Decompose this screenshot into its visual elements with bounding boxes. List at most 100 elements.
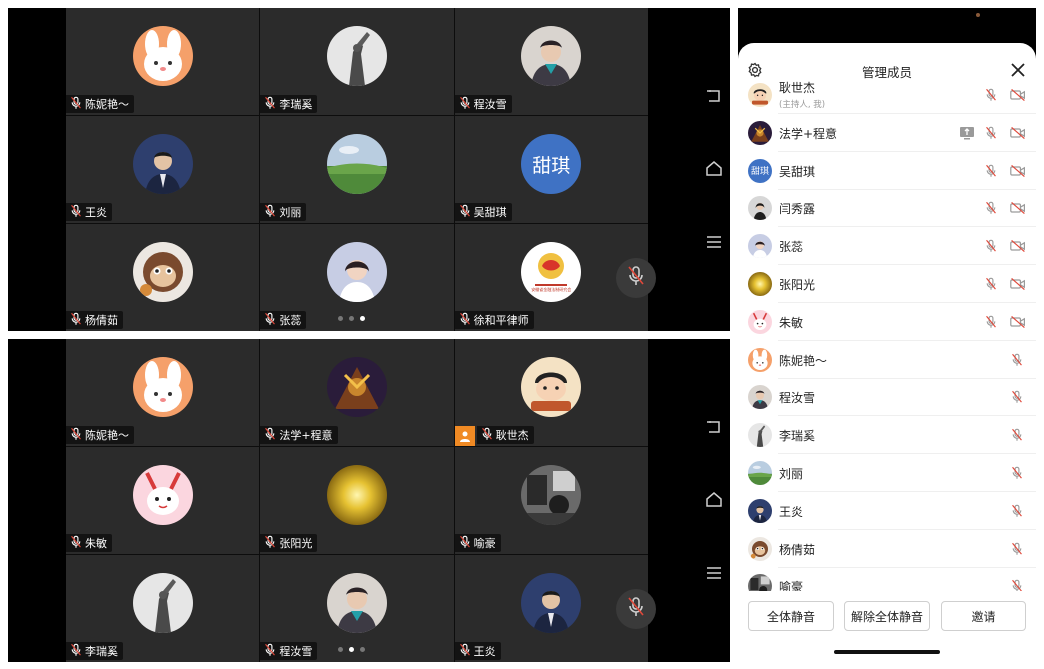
avatar <box>748 423 772 448</box>
member-row[interactable]: 朱敏 <box>738 303 1036 341</box>
member-row[interactable]: 李瑞奚 <box>738 416 1036 455</box>
participant-tile[interactable]: 王炎 <box>66 116 260 223</box>
member-row[interactable]: 法学+程意 <box>738 114 1036 152</box>
home-icon[interactable] <box>702 156 726 180</box>
mic-off-icon[interactable] <box>1011 578 1027 591</box>
participant-name: 李瑞奚 <box>279 98 313 111</box>
mic-off-icon <box>627 265 645 291</box>
camera-off-icon[interactable] <box>1010 314 1026 330</box>
member-row[interactable]: 程汝雪 <box>738 378 1036 417</box>
mic-off-icon <box>70 643 82 660</box>
mic-off-icon[interactable] <box>985 163 1001 179</box>
member-name: 闫秀露 <box>779 202 816 217</box>
page-dot[interactable] <box>349 316 354 321</box>
participant-tile[interactable]: 甜琪 吴甜琪 <box>454 116 648 223</box>
menu-icon[interactable] <box>702 230 726 254</box>
mic-off-icon[interactable] <box>1011 352 1027 368</box>
participant-tile[interactable]: 程汝雪 <box>260 555 454 662</box>
member-row[interactable]: 张蕊 <box>738 227 1036 266</box>
participant-tile[interactable]: 张蕊 <box>260 224 454 331</box>
avatar <box>326 465 387 526</box>
camera-off-icon[interactable] <box>1010 125 1026 141</box>
member-list[interactable]: 耿世杰 (主持人, 我) 法学+程意 甜琪 吴甜琪闫秀露张蕊 张阳光 朱敏 陈妮艳～ 程汝雪 李瑞… <box>738 79 1036 591</box>
participant-tile[interactable]: 陈妮艳～ <box>66 8 260 115</box>
participant-name: 朱敏 <box>85 537 107 550</box>
participant-tile[interactable]: 李瑞奚 <box>66 555 260 662</box>
mic-off-icon[interactable] <box>985 238 1001 254</box>
avatar <box>521 465 582 526</box>
page-dot[interactable] <box>338 316 343 321</box>
page-dot[interactable] <box>338 647 343 652</box>
close-icon[interactable] <box>1010 62 1026 78</box>
page-dot[interactable] <box>360 647 365 652</box>
avatar <box>748 83 772 107</box>
member-row[interactable]: 刘丽 <box>738 454 1036 492</box>
mute-toggle-button[interactable] <box>616 258 656 298</box>
mic-off-icon <box>459 96 471 113</box>
mic-off-icon[interactable] <box>985 200 1001 216</box>
camera-off-icon[interactable] <box>1010 87 1026 103</box>
member-row[interactable]: 张阳光 <box>738 265 1036 303</box>
camera-off-icon[interactable] <box>1010 163 1026 179</box>
manage-members-sheet: 管理成员 耿世杰 (主持人, 我) 法学+程意 甜琪 吴甜琪 闫秀露 张蕊 张阳光 朱敏 陈妮艳～… <box>738 43 1036 663</box>
page-dot[interactable] <box>349 647 354 652</box>
page-indicator <box>338 316 365 321</box>
participant-name: 王炎 <box>473 645 496 658</box>
mic-off-icon[interactable] <box>1011 541 1027 557</box>
participant-tile[interactable]: 李瑞奚 <box>260 8 454 115</box>
screen-share-icon[interactable] <box>959 125 975 141</box>
participant-tile[interactable]: 陈妮艳～ <box>66 339 260 446</box>
page-dot[interactable] <box>360 316 365 321</box>
member-row[interactable]: 陈妮艳～ <box>738 341 1036 379</box>
participant-name: 杨倩茹 <box>85 314 118 327</box>
back-icon[interactable] <box>702 415 726 439</box>
participant-name: 喻豪 <box>473 537 496 550</box>
participant-tile[interactable]: 耿世杰 <box>454 339 648 446</box>
mic-off-icon[interactable] <box>1011 427 1027 443</box>
participant-tile[interactable]: 法学+程意 <box>260 339 454 446</box>
member-row[interactable]: 王炎 <box>738 492 1036 530</box>
mic-off-icon[interactable] <box>985 125 1001 141</box>
mute-toggle-button[interactable] <box>616 589 656 629</box>
participant-tile[interactable]: 杨倩茹 <box>66 224 260 331</box>
name-label-bar: 刘丽 <box>260 203 307 221</box>
avatar <box>748 385 772 410</box>
member-name: 耿世杰 <box>779 81 816 95</box>
mic-off-icon[interactable] <box>985 314 1001 330</box>
name-label-bar: 杨倩茹 <box>66 311 123 329</box>
avatar <box>748 461 772 485</box>
member-row[interactable]: 耿世杰 (主持人, 我) <box>738 79 1036 114</box>
member-row[interactable]: 杨倩茹 <box>738 530 1036 568</box>
mic-off-icon[interactable] <box>1011 465 1027 481</box>
participant-tile[interactable]: 张阳光 <box>260 447 454 554</box>
name-label-bar: 程汝雪 <box>260 642 318 660</box>
participant-tile[interactable]: 程汝雪 <box>454 8 648 115</box>
participant-tile[interactable]: 喻豪 <box>454 447 648 554</box>
name-label-bar: 程汝雪 <box>454 95 512 113</box>
menu-icon[interactable] <box>702 561 726 585</box>
mute-all-button[interactable]: 全体静音 <box>748 601 834 631</box>
member-row[interactable]: 甜琪 吴甜琪 <box>738 152 1036 190</box>
mic-off-icon <box>459 312 471 329</box>
unmute-all-button[interactable]: 解除全体静音 <box>844 601 930 631</box>
member-name: 杨倩茹 <box>779 542 816 557</box>
avatar <box>132 465 193 526</box>
camera-off-icon[interactable] <box>1010 276 1026 292</box>
mic-off-icon[interactable] <box>985 87 1001 103</box>
avatar <box>132 573 193 634</box>
camera-off-icon[interactable] <box>1010 200 1026 216</box>
mic-off-icon[interactable] <box>1011 503 1027 519</box>
mic-off-icon[interactable] <box>985 276 1001 292</box>
invite-button[interactable]: 邀请 <box>941 601 1026 631</box>
participant-name: 刘丽 <box>279 206 302 219</box>
back-icon[interactable] <box>702 84 726 108</box>
name-label-bar: 喻豪 <box>454 534 501 552</box>
participant-tile[interactable]: 刘丽 <box>260 116 454 223</box>
member-row[interactable]: 喻豪 <box>738 567 1036 591</box>
mic-off-icon[interactable] <box>1011 389 1027 405</box>
camera-off-icon[interactable] <box>1010 238 1026 254</box>
name-label-bar: 王炎 <box>66 203 112 221</box>
participant-tile[interactable]: 朱敏 <box>66 447 260 554</box>
member-row[interactable]: 闫秀露 <box>738 189 1036 228</box>
home-icon[interactable] <box>702 487 726 511</box>
